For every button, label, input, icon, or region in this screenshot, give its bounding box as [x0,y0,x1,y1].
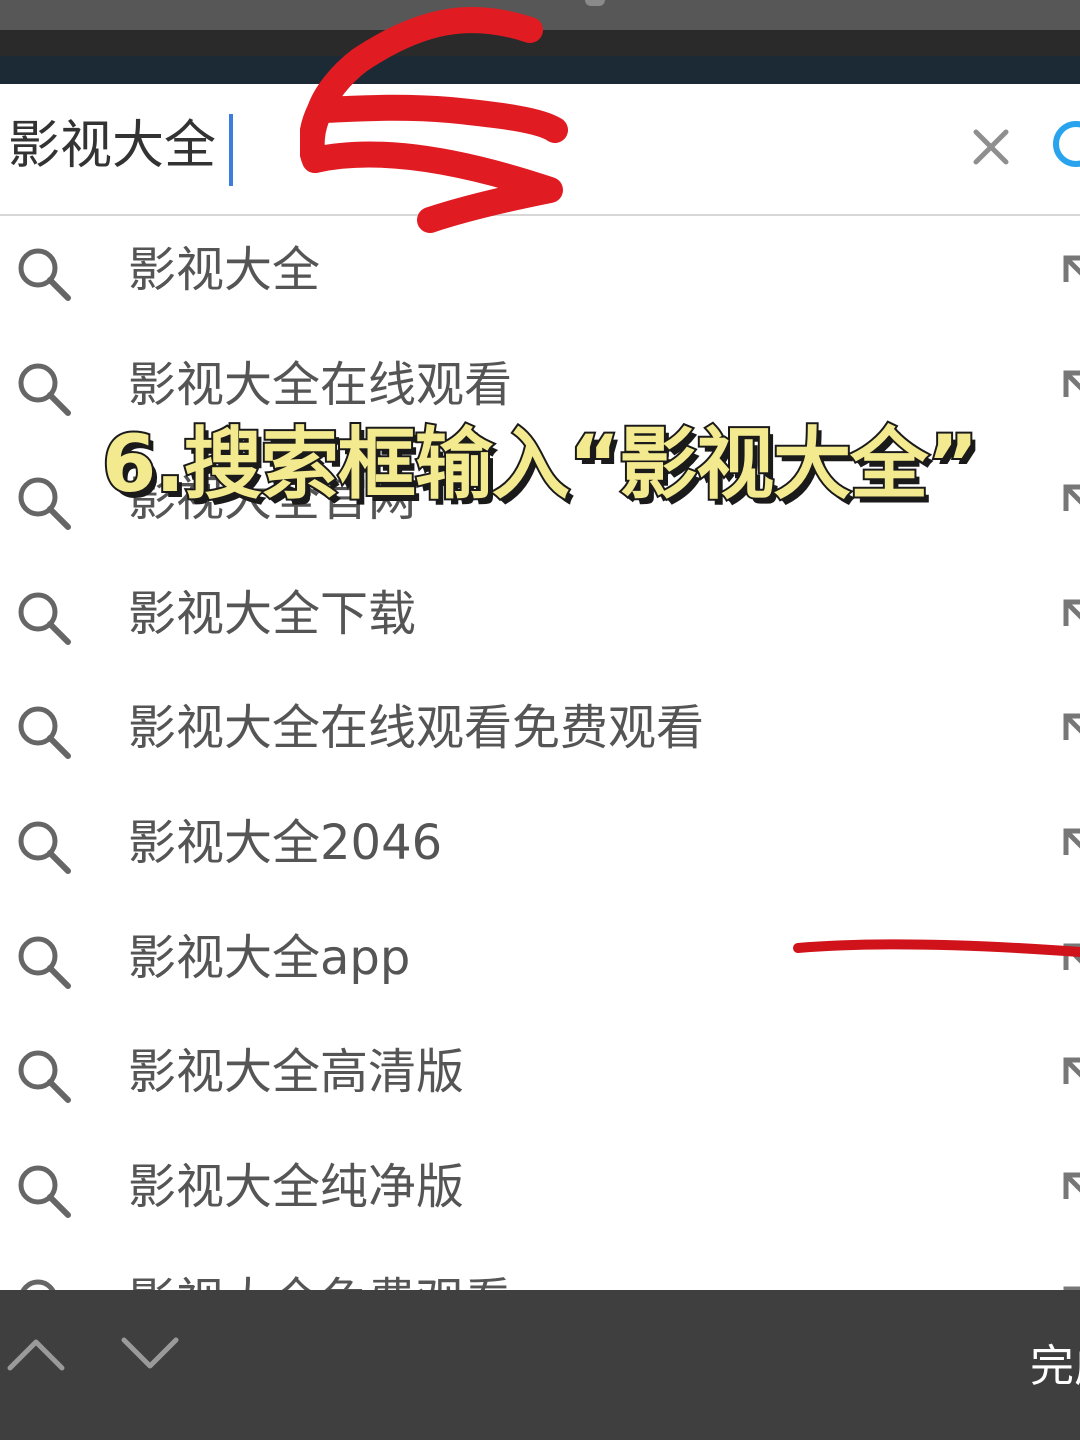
clear-button[interactable] [966,122,1016,172]
search-icon [18,821,71,874]
suggestion-text: 影视大全 [128,242,321,298]
fill-query-arrow-icon[interactable] [1060,710,1080,744]
fill-query-arrow-icon[interactable] [1060,1054,1080,1088]
suggestion-text: 影视大全在线观看免费观看 [128,700,705,756]
search-icon [18,477,71,530]
fill-query-arrow-icon[interactable] [1060,252,1080,286]
red-underline-annotation [793,939,1080,957]
fill-query-arrow-icon[interactable] [1060,596,1080,630]
search-icon [18,936,71,989]
suggestion-item[interactable]: 影视大全免费观看 [0,1245,1080,1290]
suggestion-text: 影视大全2046 [128,815,443,871]
search-icon [18,363,71,416]
search-icon [18,1165,71,1218]
overlay-step-title: 6.搜索框输入“影视大全” [100,418,980,512]
search-go-button[interactable] [1046,116,1080,176]
text-caret [229,114,233,186]
search-icon [1053,121,1080,167]
suggestion-text: 影视大全下载 [128,586,417,642]
suggestion-item[interactable]: 影视大全2046 [0,787,1080,901]
keyboard-accessory-bar: 完成 [0,1290,1080,1440]
fill-query-arrow-icon[interactable] [1060,1169,1080,1203]
suggestion-item[interactable]: 影视大全纯净版 [0,1131,1080,1245]
next-field-button[interactable] [120,1334,180,1374]
suggestion-text: 影视大全免费观看 [128,1269,512,1290]
search-icon [18,1050,71,1103]
suggestion-list: 影视大全 影视大全在线观看 影视大全官网 影视大全下载 影视大全在线观看免费观看 影视大全… [0,214,1080,1290]
fill-query-arrow-icon[interactable] [1060,367,1080,401]
chevron-up-icon [7,1339,65,1371]
fill-query-arrow-icon[interactable] [1060,825,1080,859]
red-arrow-annotation [300,7,568,233]
search-icon [18,706,71,759]
fill-query-arrow-icon[interactable] [1060,1283,1080,1290]
search-icon [18,592,71,645]
suggestion-item[interactable]: 影视大全下载 [0,558,1080,672]
search-icon [18,248,71,301]
suggestion-text: 影视大全app [128,930,411,986]
camera-notch [585,0,605,6]
chevron-down-icon [121,1337,179,1369]
suggestion-item[interactable]: 影视大全在线观看免费观看 [0,672,1080,786]
done-button[interactable]: 完成 [1030,1330,1080,1394]
previous-field-button[interactable] [6,1334,66,1374]
suggestion-item[interactable]: 影视大全高清版 [0,1016,1080,1130]
suggestion-text: 影视大全纯净版 [128,1159,465,1215]
suggestion-text: 影视大全高清版 [128,1044,465,1100]
fill-query-arrow-icon[interactable] [1060,481,1080,515]
close-icon [973,129,1009,165]
search-icon [20,1279,56,1290]
